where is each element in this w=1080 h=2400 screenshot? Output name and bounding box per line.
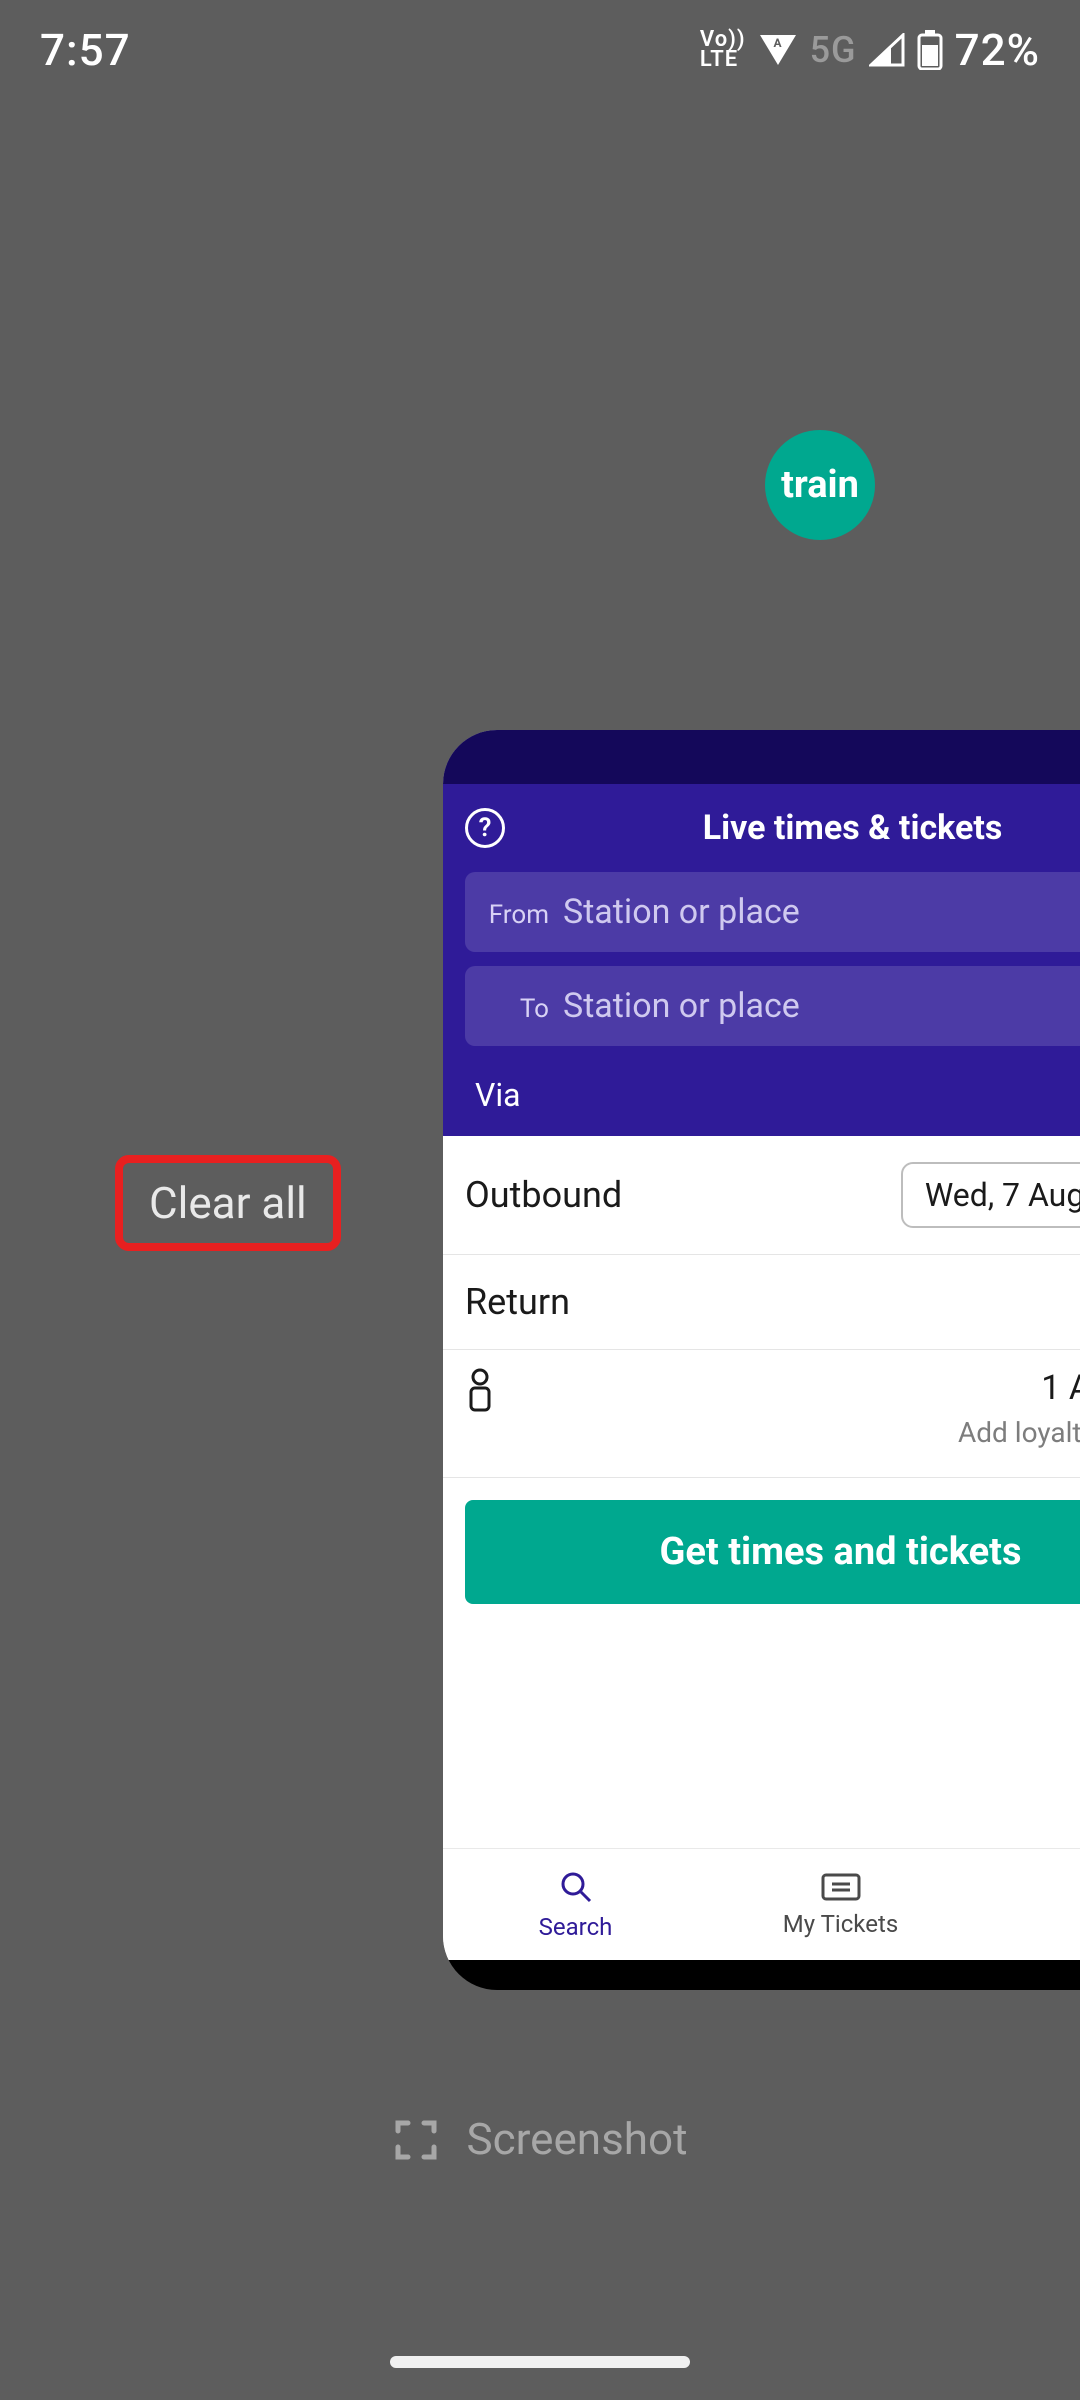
wifi-icon: A xyxy=(758,33,798,67)
nav-search-label: Search xyxy=(539,1913,613,1941)
person-icon xyxy=(465,1368,495,1412)
return-row: Return + Ad xyxy=(443,1255,1080,1350)
from-label: From xyxy=(487,900,549,930)
ticket-icon xyxy=(820,1872,862,1902)
help-icon[interactable]: ? xyxy=(465,808,505,848)
screenshot-action[interactable]: Screenshot xyxy=(0,2113,1080,2165)
recent-app-card[interactable]: ? Live times & tickets From Station or p… xyxy=(443,730,1080,1990)
from-placeholder: Station or place xyxy=(563,892,800,932)
outbound-label: Outbound xyxy=(465,1174,885,1216)
outbound-date-picker[interactable]: Wed, 7 Aug xyxy=(901,1162,1080,1228)
volte-indicator: Vo))LTE xyxy=(700,30,746,70)
via-label: Via xyxy=(475,1076,521,1114)
app-top-bar xyxy=(443,730,1080,784)
home-indicator[interactable] xyxy=(390,2356,690,2368)
passenger-summary: 1 Adult (26- xyxy=(515,1368,1080,1408)
nav-my-tickets[interactable]: My Tickets xyxy=(708,1849,973,1960)
to-placeholder: Station or place xyxy=(563,986,800,1026)
search-icon xyxy=(558,1869,594,1905)
nav-search[interactable]: Search xyxy=(443,1849,708,1960)
nav-signin[interactable]: Sign xyxy=(973,1849,1080,1960)
cta-label: Get times and tickets xyxy=(659,1530,1021,1574)
status-time: 7:57 xyxy=(40,24,131,76)
passengers-row[interactable]: 1 Adult (26- Add loyalty cards & v xyxy=(443,1350,1080,1478)
to-station-field[interactable]: To Station or place xyxy=(465,966,1080,1046)
get-tickets-button[interactable]: Get times and tickets xyxy=(465,1500,1080,1604)
screenshot-icon xyxy=(392,2115,440,2163)
via-row[interactable]: Via xyxy=(465,1060,1080,1136)
app-badge-label: train xyxy=(781,463,859,507)
nav-my-tickets-label: My Tickets xyxy=(783,1910,898,1938)
app-icon-badge[interactable]: train xyxy=(765,430,875,540)
from-station-field[interactable]: From Station or place xyxy=(465,872,1080,952)
return-label: Return xyxy=(465,1281,1080,1323)
bottom-nav: Search My Tickets Sign xyxy=(443,1848,1080,1960)
journey-options: Outbound Wed, 7 Aug 7:4 Return + Ad 1 Ad… xyxy=(443,1136,1080,1604)
battery-icon xyxy=(917,30,943,70)
clear-all-button[interactable]: Clear all xyxy=(115,1155,341,1251)
clear-all-label: Clear all xyxy=(149,1177,307,1229)
page-title: Live times & tickets xyxy=(529,808,1080,848)
app-preview: ? Live times & tickets From Station or p… xyxy=(443,730,1080,1960)
status-right: Vo))LTE A 5G 72% xyxy=(700,24,1040,76)
to-label: To xyxy=(487,994,549,1024)
signal-icon xyxy=(869,33,905,67)
battery-percent: 72% xyxy=(955,24,1040,76)
status-bar: 7:57 Vo))LTE A 5G 72% xyxy=(0,0,1080,100)
network-type: 5G xyxy=(810,29,857,71)
app-header: ? Live times & tickets From Station or p… xyxy=(443,784,1080,1136)
svg-text:A: A xyxy=(773,36,782,50)
outbound-row: Outbound Wed, 7 Aug 7:4 xyxy=(443,1136,1080,1255)
loyalty-hint: Add loyalty cards & v xyxy=(515,1416,1080,1449)
screenshot-label: Screenshot xyxy=(466,2113,687,2165)
